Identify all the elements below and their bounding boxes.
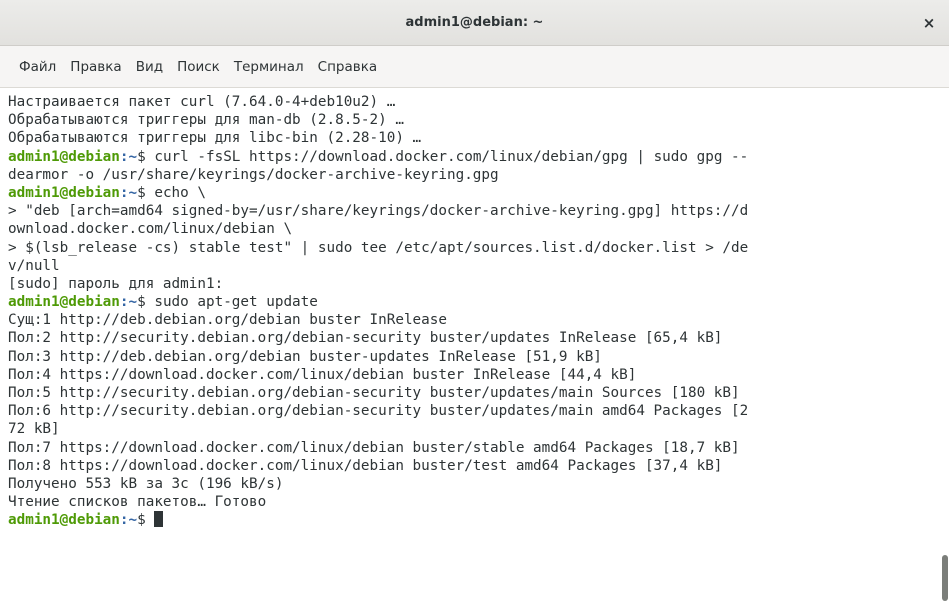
terminal-line: Настраивается пакет curl (7.64.0-4+deb10… — [8, 93, 941, 111]
prompt-path: :~ — [119, 512, 138, 529]
prompt-user: admin1@debian — [8, 184, 120, 201]
prompt-path: :~ — [119, 294, 138, 311]
scrollbar-thumb[interactable] — [942, 555, 948, 601]
line-text: Пол:3 http://deb.debian.org/debian buste… — [8, 348, 602, 365]
line-text: $ curl -fsSL https://download.docker.com… — [137, 148, 749, 165]
menu-file[interactable]: Файл — [12, 53, 63, 81]
terminal-line: Пол:7 https://download.docker.com/linux/… — [8, 439, 941, 457]
window-title: admin1@debian: ~ — [405, 15, 544, 30]
terminal-line: > "deb [arch=amd64 signed-by=/usr/share/… — [8, 202, 941, 220]
terminal-prompt-line: admin1@debian:~$ — [8, 511, 941, 529]
terminal-prompt-line: admin1@debian:~$ curl -fsSL https://down… — [8, 148, 941, 166]
prompt-user: admin1@debian — [8, 294, 120, 311]
terminal-line: Получено 553 kB за 3с (196 kB/s) — [8, 475, 941, 493]
terminal-line: Пол:2 http://security.debian.org/debian-… — [8, 329, 941, 347]
terminal-line: Пол:5 http://security.debian.org/debian-… — [8, 384, 941, 402]
line-text: 72 kB] — [8, 421, 60, 438]
menu-view[interactable]: Вид — [129, 53, 170, 81]
terminal-line: Обрабатываются триггеры для man-db (2.8.… — [8, 111, 941, 129]
terminal-line: Пол:4 https://download.docker.com/linux/… — [8, 366, 941, 384]
terminal-line: dearmor -o /usr/share/keyrings/docker-ar… — [8, 166, 941, 184]
line-text: Получено 553 kB за 3с (196 kB/s) — [8, 475, 284, 492]
line-text: Пол:6 http://security.debian.org/debian-… — [8, 403, 749, 420]
terminal-prompt-line: admin1@debian:~$ sudo apt-get update — [8, 293, 941, 311]
terminal-line: Пол:6 http://security.debian.org/debian-… — [8, 402, 941, 420]
terminal-line: Сущ:1 http://deb.debian.org/debian buste… — [8, 311, 941, 329]
terminal-prompt-line: admin1@debian:~$ echo \ — [8, 184, 941, 202]
terminal-line: 72 kB] — [8, 420, 941, 438]
terminal-line: > $(lsb_release -cs) stable test" | sudo… — [8, 239, 941, 257]
menu-bar: Файл Правка Вид Поиск Терминал Справка — [0, 46, 949, 88]
line-text: $ echo \ — [137, 184, 206, 201]
terminal-line: Пол:3 http://deb.debian.org/debian buste… — [8, 348, 941, 366]
line-text: > $(lsb_release -cs) stable test" | sudo… — [8, 239, 749, 256]
terminal-output[interactable]: Настраивается пакет curl (7.64.0-4+deb10… — [0, 88, 941, 603]
line-text: [sudo] пароль для admin1: — [8, 275, 224, 292]
line-text: ownload.docker.com/linux/debian \ — [8, 221, 293, 238]
line-text: > "deb [arch=amd64 signed-by=/usr/share/… — [8, 203, 749, 220]
prompt-path: :~ — [119, 148, 138, 165]
line-text: Пол:2 http://security.debian.org/debian-… — [8, 330, 723, 347]
line-text: $ sudo apt-get update — [137, 294, 318, 311]
text-cursor — [154, 511, 164, 528]
line-text: Пол:8 https://download.docker.com/linux/… — [8, 457, 723, 474]
menu-search[interactable]: Поиск — [170, 53, 227, 81]
line-text: $ — [137, 512, 155, 529]
line-text: Обрабатываются триггеры для man-db (2.8.… — [8, 112, 404, 129]
menu-edit[interactable]: Правка — [63, 53, 128, 81]
terminal-line: Пол:8 https://download.docker.com/linux/… — [8, 457, 941, 475]
line-text: v/null — [8, 257, 60, 274]
menu-help[interactable]: Справка — [311, 53, 384, 81]
line-text: Пол:5 http://security.debian.org/debian-… — [8, 385, 740, 401]
menu-terminal[interactable]: Терминал — [227, 53, 311, 81]
terminal-line: Чтение списков пакетов… Готово — [8, 493, 941, 511]
prompt-user: admin1@debian — [8, 512, 120, 529]
prompt-path: :~ — [119, 184, 138, 201]
terminal-line: v/null — [8, 257, 941, 275]
terminal-window: admin1@debian: ~ × Файл Правка Вид Поиск… — [0, 0, 949, 603]
line-text: Обрабатываются триггеры для libc-bin (2.… — [8, 130, 422, 147]
line-text: Сущ:1 http://deb.debian.org/debian buste… — [8, 312, 447, 329]
terminal-line: ownload.docker.com/linux/debian \ — [8, 220, 941, 238]
line-text: Настраивается пакет curl (7.64.0-4+deb10… — [8, 94, 396, 110]
terminal-line: [sudo] пароль для admin1: — [8, 275, 941, 293]
line-text: Пол:4 https://download.docker.com/linux/… — [8, 366, 637, 383]
line-text: dearmor -o /usr/share/keyrings/docker-ar… — [8, 166, 499, 183]
close-button[interactable]: × — [917, 11, 941, 35]
prompt-user: admin1@debian — [8, 148, 120, 165]
line-text: Пол:7 https://download.docker.com/linux/… — [8, 439, 740, 456]
scrollbar[interactable] — [941, 88, 949, 603]
line-text: Чтение списков пакетов… Готово — [8, 494, 267, 511]
terminal-line: Обрабатываются триггеры для libc-bin (2.… — [8, 129, 941, 147]
title-bar[interactable]: admin1@debian: ~ × — [0, 0, 949, 46]
